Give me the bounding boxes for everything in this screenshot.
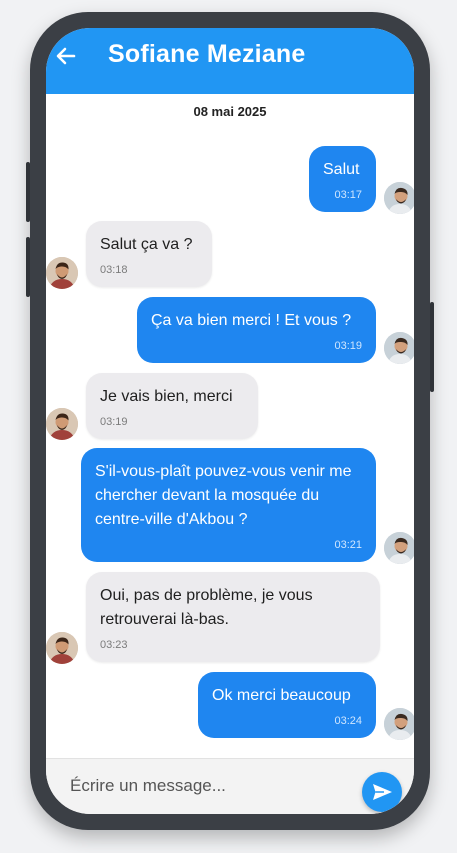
message-time: 03:17 xyxy=(334,189,362,201)
message-bubble-outgoing[interactable]: Salut 03:17 xyxy=(309,146,376,212)
app-bar: Sofiane Meziane xyxy=(46,28,414,94)
message-text: Ça va bien merci ! Et vous ? xyxy=(151,312,352,329)
message-time: 03:19 xyxy=(100,416,128,428)
message-text: Salut xyxy=(323,161,360,178)
message-text: Je vais bien, merci xyxy=(100,388,233,405)
divider xyxy=(46,758,414,759)
avatar[interactable] xyxy=(46,632,78,664)
message-input[interactable] xyxy=(70,774,350,798)
chat-screen: Sofiane Meziane 08 mai 2025 Salut 03:17 … xyxy=(46,28,414,814)
phone-frame: Sofiane Meziane 08 mai 2025 Salut 03:17 … xyxy=(26,12,434,830)
message-text: S'il-vous-plaît pouvez-vous venir me che… xyxy=(95,463,352,528)
contact-avatar-icon xyxy=(46,632,78,664)
date-separator: 08 mai 2025 xyxy=(193,104,267,119)
message-bubble-incoming[interactable]: Salut ça va ? 03:18 xyxy=(86,221,212,287)
power-button xyxy=(430,302,434,392)
user-avatar-icon xyxy=(384,182,414,214)
avatar[interactable] xyxy=(384,182,414,214)
volume-button xyxy=(26,237,30,297)
arrow-left-icon[interactable] xyxy=(52,42,80,70)
avatar[interactable] xyxy=(46,408,78,440)
message-bubble-incoming[interactable]: Oui, pas de problème, je vous retrouvera… xyxy=(86,572,380,662)
contact-name: Sofiane Meziane xyxy=(108,40,306,68)
send-icon xyxy=(373,784,392,800)
message-time: 03:23 xyxy=(100,639,128,651)
message-bubble-outgoing[interactable]: S'il-vous-plaît pouvez-vous venir me che… xyxy=(81,448,376,562)
avatar[interactable] xyxy=(46,257,78,289)
avatar[interactable] xyxy=(384,532,414,564)
send-button[interactable] xyxy=(362,772,402,812)
message-time: 03:21 xyxy=(334,539,362,551)
message-text: Ok merci beaucoup xyxy=(212,687,351,704)
avatar[interactable] xyxy=(384,332,414,364)
message-time: 03:24 xyxy=(334,715,362,727)
message-text: Salut ça va ? xyxy=(100,236,193,253)
contact-avatar-icon xyxy=(46,408,78,440)
message-time: 03:19 xyxy=(334,340,362,352)
message-bubble-outgoing[interactable]: Ça va bien merci ! Et vous ? 03:19 xyxy=(137,297,376,363)
message-composer xyxy=(46,758,414,814)
user-avatar-icon xyxy=(384,532,414,564)
avatar[interactable] xyxy=(384,708,414,740)
volume-button xyxy=(26,162,30,222)
message-bubble-outgoing[interactable]: Ok merci beaucoup 03:24 xyxy=(198,672,376,738)
contact-avatar-icon xyxy=(46,257,78,289)
message-time: 03:18 xyxy=(100,264,128,276)
user-avatar-icon xyxy=(384,332,414,364)
message-bubble-incoming[interactable]: Je vais bien, merci 03:19 xyxy=(86,373,258,439)
message-text: Oui, pas de problème, je vous retrouvera… xyxy=(100,587,313,628)
user-avatar-icon xyxy=(384,708,414,740)
